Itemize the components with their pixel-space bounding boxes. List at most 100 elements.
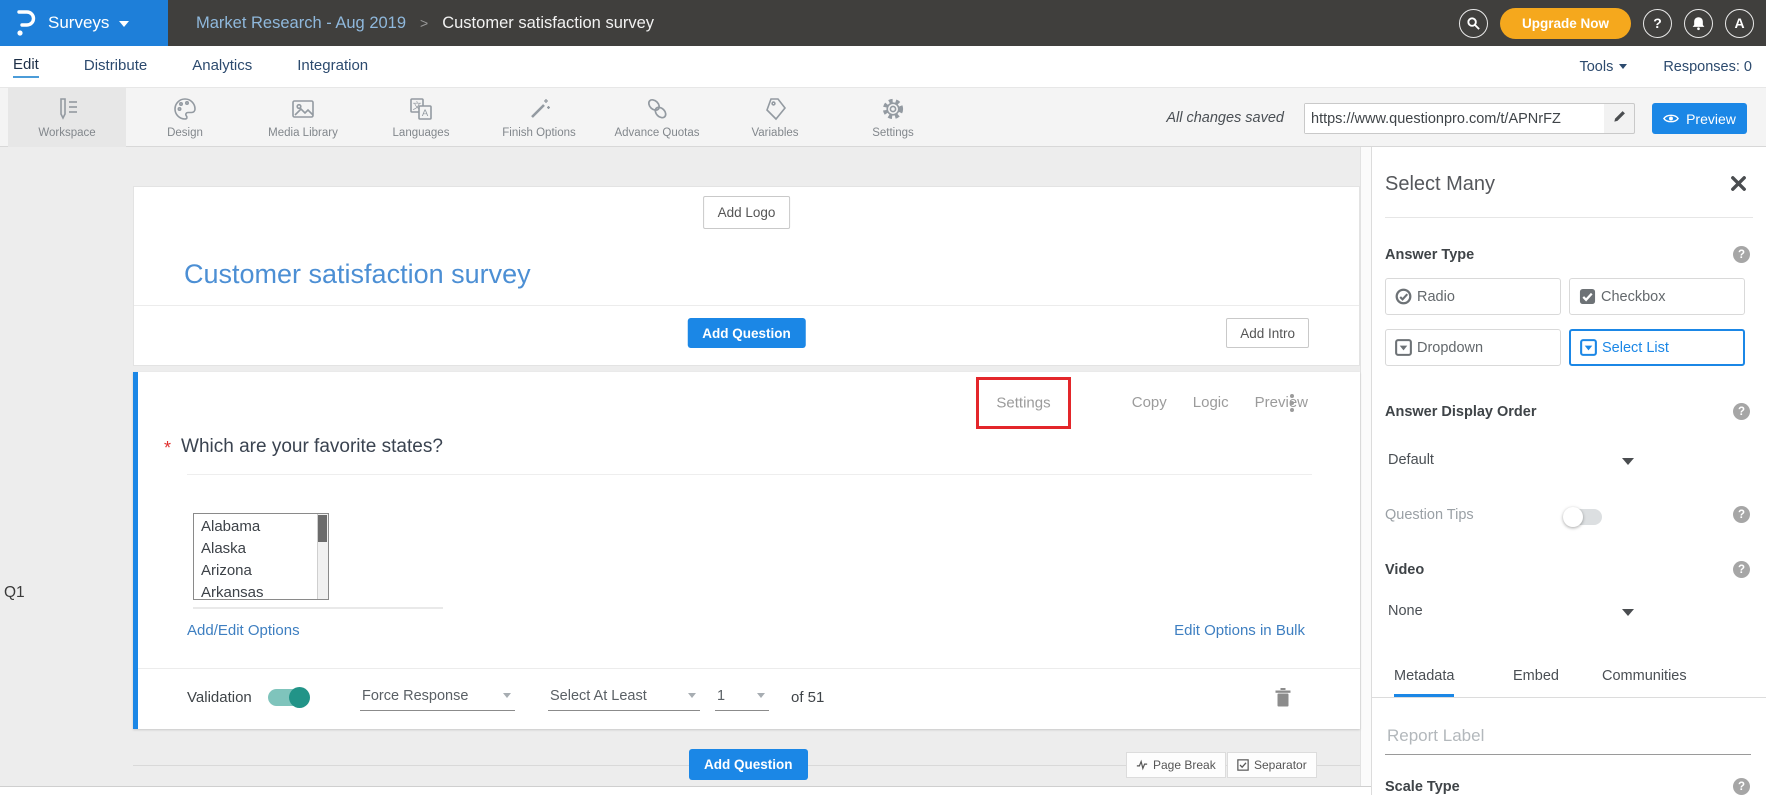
tab-embed[interactable]: Embed bbox=[1513, 668, 1559, 694]
validation-label: Validation bbox=[187, 689, 252, 706]
answer-type-label-text: Dropdown bbox=[1417, 340, 1483, 356]
toolbar-item-label: Media Library bbox=[268, 127, 338, 139]
editor-toolbar: Workspace Design Media Library 文 A bbox=[0, 87, 1766, 147]
toolbar-item-advance-quotas[interactable]: Advance Quotas bbox=[598, 88, 716, 147]
video-label: Video bbox=[1385, 562, 1424, 578]
list-underline bbox=[193, 607, 443, 609]
add-question-button-top[interactable]: Add Question bbox=[687, 318, 806, 348]
preview-label: Preview bbox=[1686, 111, 1736, 127]
answer-select-list[interactable]: Alabama Alaska Arizona Arkansas bbox=[193, 513, 329, 600]
list-option[interactable]: Arizona bbox=[194, 560, 317, 582]
toolbar-item-settings[interactable]: Settings bbox=[834, 88, 952, 147]
edit-options-in-bulk-link[interactable]: Edit Options in Bulk bbox=[1174, 622, 1305, 639]
trash-icon bbox=[1274, 687, 1292, 708]
list-option[interactable]: Alabama bbox=[194, 516, 317, 538]
question-preview-action[interactable]: Preview bbox=[1255, 394, 1308, 411]
question-tips-toggle[interactable] bbox=[1565, 509, 1602, 525]
toolbar-item-media-library[interactable]: Media Library bbox=[244, 88, 362, 147]
answer-type-select-list[interactable]: Select List bbox=[1569, 329, 1745, 366]
display-order-help-icon[interactable]: ? bbox=[1733, 403, 1750, 420]
toolbar-item-languages[interactable]: 文 A Languages bbox=[362, 88, 480, 147]
survey-title[interactable]: Customer satisfaction survey bbox=[184, 259, 531, 290]
toolbar-item-design[interactable]: Design bbox=[126, 88, 244, 147]
delete-question-button[interactable] bbox=[1274, 687, 1292, 713]
edit-url-pencil-icon[interactable] bbox=[1604, 109, 1634, 129]
question-tips-label: Question Tips bbox=[1385, 507, 1474, 523]
validation-toggle[interactable] bbox=[268, 689, 309, 706]
video-help-icon[interactable]: ? bbox=[1733, 561, 1750, 578]
toolbar-item-label: Finish Options bbox=[502, 127, 576, 139]
upgrade-now-button[interactable]: Upgrade Now bbox=[1500, 8, 1631, 39]
toolbar-item-variables[interactable]: Variables bbox=[716, 88, 834, 147]
tab-communities[interactable]: Communities bbox=[1602, 668, 1687, 694]
separator-button[interactable]: Separator bbox=[1227, 752, 1317, 778]
chevron-down-icon[interactable] bbox=[1622, 458, 1634, 465]
of-total-label: of 51 bbox=[791, 689, 824, 706]
answer-type-radio[interactable]: Radio bbox=[1385, 278, 1561, 315]
select-list-icon bbox=[1580, 339, 1597, 356]
survey-url-input[interactable] bbox=[1305, 104, 1604, 133]
toolbar-item-workspace[interactable]: Workspace bbox=[8, 88, 126, 147]
select-rule-select[interactable]: Select At Least bbox=[548, 681, 700, 711]
surveys-menu[interactable]: Surveys bbox=[0, 0, 168, 46]
question-text[interactable]: Which are your favorite states? bbox=[181, 436, 443, 458]
report-label-input[interactable] bbox=[1385, 722, 1751, 755]
help-button[interactable]: ? bbox=[1643, 9, 1672, 38]
toolbar-item-label: Variables bbox=[751, 127, 798, 139]
search-button[interactable] bbox=[1459, 9, 1488, 38]
tab-distribute[interactable]: Distribute bbox=[84, 57, 147, 77]
add-edit-options-link[interactable]: Add/Edit Options bbox=[187, 622, 300, 639]
list-option[interactable]: Alaska bbox=[194, 538, 317, 560]
svg-text:A: A bbox=[422, 108, 429, 119]
scale-type-help-icon[interactable]: ? bbox=[1733, 778, 1750, 795]
video-select[interactable]: None bbox=[1388, 603, 1423, 619]
panel-tabs: Metadata Embed Communities bbox=[1372, 658, 1766, 698]
questionpro-logo-icon bbox=[12, 9, 38, 37]
list-option[interactable]: Arkansas bbox=[194, 582, 317, 600]
toolbar-item-finish-options[interactable]: Finish Options bbox=[480, 88, 598, 147]
chevron-down-icon[interactable] bbox=[1622, 609, 1634, 616]
gear-icon bbox=[880, 95, 906, 123]
image-icon bbox=[290, 95, 316, 123]
display-order-select[interactable]: Default bbox=[1388, 452, 1434, 468]
force-response-select[interactable]: Force Response bbox=[360, 681, 515, 711]
page-break-button[interactable]: Page Break bbox=[1126, 752, 1226, 778]
breadcrumb-page: Customer satisfaction survey bbox=[442, 14, 654, 33]
chevron-down-icon bbox=[688, 693, 696, 698]
add-intro-button[interactable]: Add Intro bbox=[1226, 318, 1309, 348]
responses-count: Responses: 0 bbox=[1663, 59, 1752, 75]
save-status: All changes saved bbox=[1166, 110, 1284, 126]
breadcrumb-folder[interactable]: Market Research - Aug 2019 bbox=[196, 14, 406, 33]
settings-highlight-box: Settings bbox=[976, 377, 1071, 429]
tools-menu[interactable]: Tools bbox=[1579, 59, 1627, 75]
tab-metadata[interactable]: Metadata bbox=[1394, 668, 1454, 697]
answer-type-dropdown[interactable]: Dropdown bbox=[1385, 329, 1561, 366]
chevron-down-icon bbox=[757, 693, 765, 698]
list-scrollbar[interactable] bbox=[317, 514, 328, 599]
canvas-scrollbar[interactable] bbox=[1360, 147, 1371, 795]
min-count-select[interactable]: 1 bbox=[715, 681, 769, 711]
question-tips-help-icon[interactable]: ? bbox=[1733, 506, 1750, 523]
panel-title: Select Many bbox=[1385, 173, 1495, 196]
tab-edit[interactable]: Edit bbox=[13, 56, 39, 78]
close-icon bbox=[1729, 174, 1748, 193]
tab-analytics[interactable]: Analytics bbox=[192, 57, 252, 77]
tools-label: Tools bbox=[1579, 59, 1613, 75]
divider bbox=[134, 305, 1359, 306]
add-question-button-bottom[interactable]: Add Question bbox=[689, 749, 808, 780]
question-settings-action[interactable]: Settings bbox=[996, 395, 1050, 412]
avatar[interactable]: A bbox=[1725, 9, 1754, 38]
add-logo-button[interactable]: Add Logo bbox=[703, 196, 791, 229]
notifications-button[interactable] bbox=[1684, 9, 1713, 38]
close-panel-button[interactable] bbox=[1729, 174, 1748, 198]
preview-button[interactable]: Preview bbox=[1652, 103, 1747, 134]
answer-type-checkbox[interactable]: Checkbox bbox=[1569, 278, 1745, 315]
answer-type-help-icon[interactable]: ? bbox=[1733, 246, 1750, 263]
question-logic-action[interactable]: Logic bbox=[1193, 394, 1229, 411]
question-copy-action[interactable]: Copy bbox=[1132, 394, 1167, 411]
question-more-menu[interactable] bbox=[1289, 394, 1295, 412]
bell-icon bbox=[1691, 16, 1706, 31]
tag-icon bbox=[762, 95, 788, 123]
chevron-down-icon bbox=[1619, 64, 1627, 69]
tab-integration[interactable]: Integration bbox=[297, 57, 368, 77]
